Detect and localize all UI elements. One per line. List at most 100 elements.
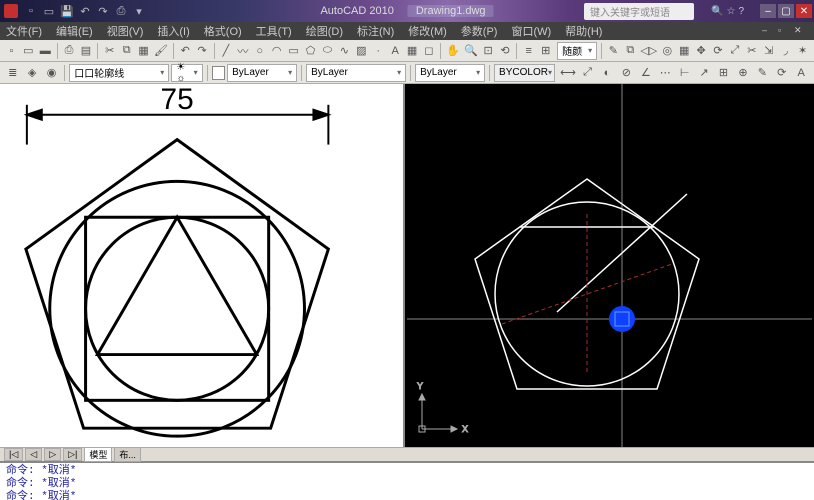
color-dropdown[interactable]: ByLayer [227, 64, 297, 82]
plotstyle-dropdown[interactable]: BYCOLOR [494, 64, 555, 82]
color-swatch[interactable] [212, 66, 226, 80]
zoom-win-icon[interactable]: ⊡ [481, 42, 496, 60]
dim-edit-icon[interactable]: ✎ [754, 64, 771, 82]
help-icon[interactable]: ? [738, 6, 744, 17]
cut-icon[interactable]: ✂ [102, 42, 117, 60]
print-icon[interactable]: ⎙ [114, 4, 128, 18]
save-icon[interactable]: 💾 [60, 4, 74, 18]
trim-icon[interactable]: ✂ [744, 42, 759, 60]
maximize-button[interactable]: ▢ [778, 4, 794, 18]
lineweight-dropdown[interactable]: ByLayer [415, 64, 485, 82]
table-icon[interactable]: ▦ [405, 42, 420, 60]
doc-restore-button[interactable]: ▫ [778, 25, 792, 37]
save-file-icon[interactable]: ▬ [38, 42, 53, 60]
doc-close-button[interactable]: ✕ [794, 25, 808, 37]
erase-icon[interactable]: ✎ [606, 42, 621, 60]
redo2-icon[interactable]: ↷ [195, 42, 210, 60]
dim-dia-icon[interactable]: ⊘ [618, 64, 635, 82]
menu-tools[interactable]: 工具(T) [256, 23, 292, 39]
search-icon[interactable]: 🔍 [711, 6, 723, 17]
menu-window[interactable]: 窗口(W) [511, 23, 551, 39]
preview-icon[interactable]: ▤ [79, 42, 94, 60]
open-file-icon[interactable]: ▭ [21, 42, 36, 60]
tab-nav-next[interactable]: ▷ [44, 448, 61, 461]
calc-icon[interactable]: ⊞ [538, 42, 553, 60]
matchprop-icon[interactable]: 🖌 [153, 42, 169, 60]
spline-icon[interactable]: ∿ [337, 42, 352, 60]
point-icon[interactable]: · [371, 42, 386, 60]
menu-modify[interactable]: 修改(M) [408, 23, 447, 39]
zoom-icon[interactable]: 🔍 [463, 42, 479, 60]
undo-icon[interactable]: ↶ [78, 4, 92, 18]
dim-update-icon[interactable]: ⟳ [773, 64, 790, 82]
tab-nav-first[interactable]: |◁ [4, 448, 23, 461]
dim-angle-icon[interactable]: ∠ [637, 64, 654, 82]
hatch-icon[interactable]: ▨ [354, 42, 369, 60]
dim-base-icon[interactable]: ⊢ [676, 64, 693, 82]
offset-icon[interactable]: ◎ [660, 42, 675, 60]
copy-icon[interactable]: ⧉ [119, 42, 134, 60]
close-button[interactable]: ✕ [796, 4, 812, 18]
new-icon[interactable]: ▫ [24, 4, 38, 18]
block-icon[interactable]: ◻ [422, 42, 437, 60]
minimize-button[interactable]: – [760, 4, 776, 18]
dim-radius-icon[interactable]: ◐ [598, 64, 615, 82]
command-window[interactable]: 命令: *取消* 命令: *取消* 命令: *取消* 命令: [0, 461, 814, 500]
dim-aligned-icon[interactable]: ⤢ [579, 64, 596, 82]
circle-icon[interactable]: ○ [252, 42, 267, 60]
copy2-icon[interactable]: ⧉ [623, 42, 638, 60]
layer-props-icon[interactable]: ≣ [4, 64, 21, 82]
qat-more-icon[interactable]: ▾ [132, 4, 146, 18]
undo2-icon[interactable]: ↶ [178, 42, 193, 60]
new-file-icon[interactable]: ▫ [4, 42, 19, 60]
layer-states-icon[interactable]: ◈ [23, 64, 40, 82]
dist-icon[interactable]: ≡ [521, 42, 536, 60]
layer-dropdown[interactable]: 口口轮廓线 [69, 64, 169, 82]
paste-icon[interactable]: ▦ [136, 42, 151, 60]
redo-icon[interactable]: ↷ [96, 4, 110, 18]
menu-dim[interactable]: 标注(N) [357, 23, 394, 39]
text-icon[interactable]: A [388, 42, 403, 60]
dim-linear-icon[interactable]: ⟷ [559, 64, 577, 82]
search-input[interactable]: 键入关键字或短语 [584, 3, 694, 20]
open-icon[interactable]: ▭ [42, 4, 56, 18]
tab-nav-last[interactable]: ▷| [63, 448, 82, 461]
menu-insert[interactable]: 插入(I) [157, 23, 189, 39]
doc-minimize-button[interactable]: – [762, 25, 776, 37]
dim-center-icon[interactable]: ⊕ [734, 64, 751, 82]
dim-leader-icon[interactable]: ↗ [695, 64, 712, 82]
rect-icon[interactable]: ▭ [286, 42, 301, 60]
menu-help[interactable]: 帮助(H) [565, 23, 602, 39]
menu-edit[interactable]: 编辑(E) [56, 23, 93, 39]
explode-icon[interactable]: ✶ [795, 42, 810, 60]
tab-model[interactable]: 模型 [84, 447, 112, 462]
array-icon[interactable]: ▦ [677, 42, 692, 60]
star-icon[interactable]: ☆ [726, 6, 735, 17]
layer-tools-dropdown[interactable]: ☀☼ [171, 64, 202, 82]
menu-format[interactable]: 格式(O) [204, 23, 242, 39]
dim-cont-icon[interactable]: ⋯ [657, 64, 674, 82]
mirror-icon[interactable]: ◁▷ [640, 42, 658, 60]
viewport-right[interactable]: X Y [405, 84, 814, 447]
pline-icon[interactable]: 〰 [235, 42, 250, 60]
menu-draw[interactable]: 绘图(D) [306, 23, 343, 39]
arc-icon[interactable]: ◠ [269, 42, 284, 60]
menu-view[interactable]: 视图(V) [107, 23, 144, 39]
extend-icon[interactable]: ⇲ [761, 42, 776, 60]
grip-point[interactable] [609, 306, 635, 332]
rotate-icon[interactable]: ⟳ [711, 42, 726, 60]
dim-style-icon[interactable]: A [793, 64, 810, 82]
scale-icon[interactable]: ⤢ [727, 42, 742, 60]
move-icon[interactable]: ✥ [694, 42, 709, 60]
plot-icon[interactable]: ⎙ [62, 42, 77, 60]
viewport-left[interactable]: 75 [0, 84, 405, 447]
menu-file[interactable]: 文件(F) [6, 23, 42, 39]
std-dropdown[interactable]: 随颜 [557, 42, 597, 60]
menu-param[interactable]: 参数(P) [461, 23, 498, 39]
tab-nav-prev[interactable]: ◁ [25, 448, 42, 461]
polygon-icon[interactable]: ⬠ [303, 42, 318, 60]
ellipse-icon[interactable]: ⬭ [320, 42, 335, 60]
pan-icon[interactable]: ✋ [445, 42, 461, 60]
tab-layout[interactable]: 布... [114, 447, 141, 462]
zoom-prev-icon[interactable]: ⟲ [498, 42, 513, 60]
